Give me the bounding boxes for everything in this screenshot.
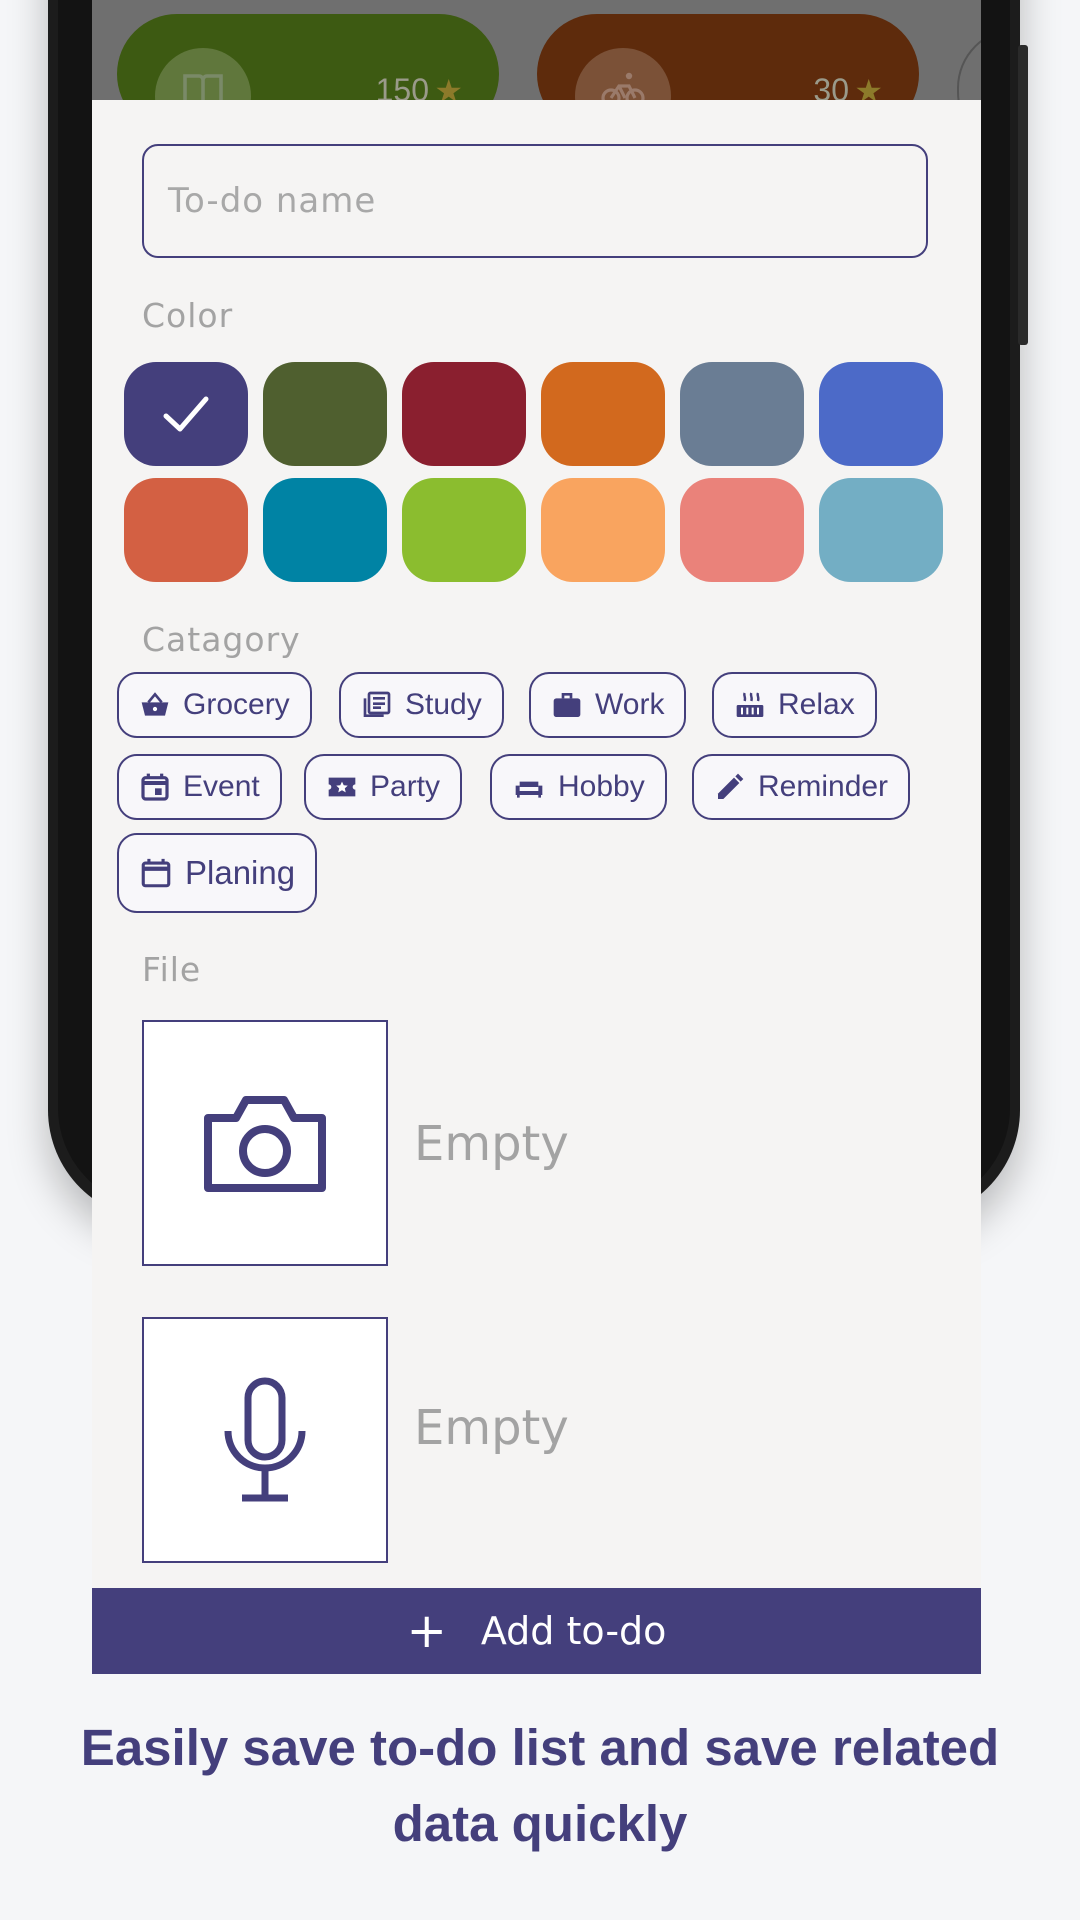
todo-name-placeholder: To-do name xyxy=(168,181,377,221)
camera-icon xyxy=(204,1096,326,1192)
calendar-icon xyxy=(141,858,171,888)
newspaper-icon xyxy=(363,691,391,717)
category-chip-event[interactable]: Event xyxy=(117,754,282,820)
category-chip-label: Planing xyxy=(185,854,296,891)
audio-status: Empty xyxy=(414,1400,569,1456)
color-label: Color xyxy=(142,296,234,335)
category-label: Catagory xyxy=(142,620,301,659)
color-swatch-selected[interactable] xyxy=(124,362,248,466)
star-icon: ★ xyxy=(854,73,883,100)
category-chip-party[interactable]: Party xyxy=(304,754,463,820)
photo-status: Empty xyxy=(414,1116,569,1172)
color-swatch[interactable] xyxy=(402,478,526,582)
bicycle-icon xyxy=(575,48,671,100)
calendar-event-icon xyxy=(141,773,169,801)
plus-icon: + xyxy=(406,1603,447,1659)
color-swatch[interactable] xyxy=(263,362,387,466)
photo-attach-button[interactable] xyxy=(142,1020,388,1266)
background-card-cycling: 30 ★ xyxy=(537,14,919,100)
todo-name-input[interactable]: To-do name xyxy=(142,144,928,258)
microphone-icon xyxy=(224,1377,306,1502)
color-swatch[interactable] xyxy=(541,478,665,582)
background-card-partial xyxy=(957,28,981,100)
category-chip-hobby[interactable]: Hobby xyxy=(490,754,667,820)
dimmed-background: 150 ★ 30 ★ xyxy=(92,0,981,100)
color-swatch[interactable] xyxy=(819,478,943,582)
category-chip-relax[interactable]: Relax xyxy=(712,672,877,738)
basket-icon xyxy=(141,692,169,716)
add-todo-label: Add to-do xyxy=(480,1609,667,1653)
color-swatch[interactable] xyxy=(680,362,804,466)
color-swatch[interactable] xyxy=(124,478,248,582)
category-chip-grocery[interactable]: Grocery xyxy=(117,672,312,738)
pencil-icon xyxy=(718,773,744,799)
category-chip-label: Relax xyxy=(778,688,855,721)
category-chip-label: Work xyxy=(595,688,665,721)
check-icon xyxy=(163,396,209,432)
add-todo-button[interactable]: + Add to-do xyxy=(92,1588,981,1674)
category-chip-label: Party xyxy=(370,770,441,803)
category-chip-study[interactable]: Study xyxy=(339,672,504,738)
tagline-line-1: Easily save to-do list and save related xyxy=(80,1719,1000,1776)
category-chip-reminder[interactable]: Reminder xyxy=(692,754,911,820)
color-swatch[interactable] xyxy=(541,362,665,466)
color-swatch[interactable] xyxy=(263,478,387,582)
color-swatch[interactable] xyxy=(819,362,943,466)
color-swatch[interactable] xyxy=(402,362,526,466)
star-icon: ★ xyxy=(434,73,463,100)
category-chip-label: Study xyxy=(405,688,482,721)
background-card-points: 30 xyxy=(813,72,849,100)
category-chip-label: Event xyxy=(183,770,260,803)
tagline-line-2: data quickly xyxy=(392,1795,688,1852)
file-label: File xyxy=(142,950,202,989)
background-card-points: 150 xyxy=(375,72,429,100)
phone-side-button xyxy=(1018,45,1028,345)
add-todo-sheet: To-do name Color Catagory Grocery Study … xyxy=(92,100,981,1588)
audio-record-button[interactable] xyxy=(142,1317,388,1563)
category-chip-work[interactable]: Work xyxy=(529,672,687,738)
background-card-reading: 150 ★ xyxy=(117,14,499,100)
ticket-icon xyxy=(328,777,356,797)
color-swatch[interactable] xyxy=(680,478,804,582)
briefcase-icon xyxy=(553,693,581,717)
promo-tagline: Easily save to-do list and save related … xyxy=(40,1710,1040,1862)
hot-tub-icon xyxy=(736,692,764,717)
category-chip-label: Hobby xyxy=(558,770,645,803)
book-icon xyxy=(155,48,251,100)
category-chip-label: Reminder xyxy=(758,770,889,803)
category-chip-planing[interactable]: Planing xyxy=(117,833,318,913)
couch-icon xyxy=(515,781,543,798)
category-chip-label: Grocery xyxy=(183,688,290,721)
